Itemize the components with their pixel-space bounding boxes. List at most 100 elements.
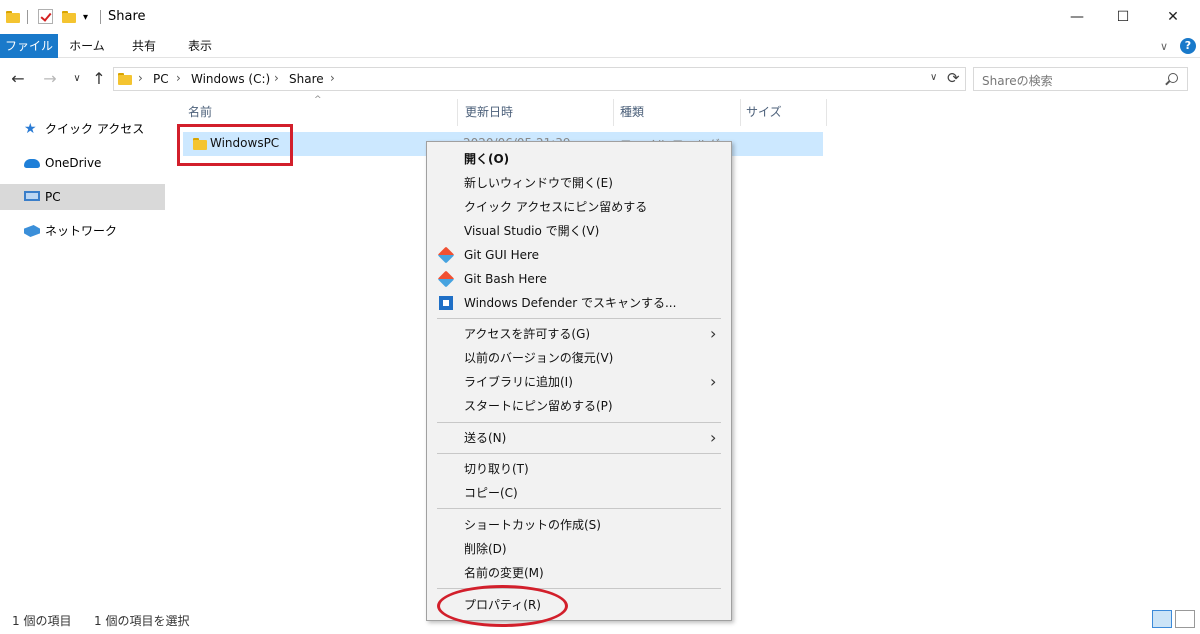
menu-item-defender-scan[interactable]: Windows Defender でスキャンする... bbox=[428, 291, 730, 315]
nav-item-label: クイック アクセス bbox=[45, 122, 145, 136]
menu-item-label: 削除(D) bbox=[464, 542, 507, 556]
forward-button[interactable]: → bbox=[40, 68, 60, 90]
divider bbox=[100, 10, 101, 24]
column-header-date[interactable]: 更新日時 bbox=[465, 103, 513, 120]
column-divider[interactable] bbox=[826, 99, 827, 126]
expand-ribbon-icon[interactable]: ∨ bbox=[1160, 40, 1168, 53]
close-button[interactable]: ✕ bbox=[1150, 0, 1196, 34]
large-icons-view-button[interactable] bbox=[1175, 610, 1195, 628]
menu-item-label: アクセスを許可する(G) bbox=[464, 327, 591, 341]
star-icon: ★ bbox=[24, 121, 37, 137]
nav-item-onedrive[interactable]: OneDrive bbox=[0, 150, 165, 176]
tab-view[interactable]: 表示 bbox=[176, 34, 224, 58]
menu-item-label: Git Bash Here bbox=[464, 272, 547, 286]
status-selected-count: 1 個の項目を選択 bbox=[94, 614, 190, 628]
column-divider[interactable] bbox=[740, 99, 741, 126]
window-title: Share bbox=[108, 9, 146, 24]
minimize-button[interactable]: — bbox=[1054, 0, 1100, 34]
menu-item-open-new-window[interactable]: 新しいウィンドウで開く(E) bbox=[428, 171, 730, 195]
menu-item-cut[interactable]: 切り取り(T) bbox=[428, 457, 730, 481]
menu-item-rename[interactable]: 名前の変更(M) bbox=[428, 561, 730, 585]
menu-item-open[interactable]: 開く(O) bbox=[428, 147, 730, 171]
menu-item-label: コピー(C) bbox=[464, 486, 518, 500]
menu-item-git-gui[interactable]: Git GUI Here bbox=[428, 243, 730, 267]
menu-item-label: Windows Defender でスキャンする... bbox=[464, 296, 677, 310]
search-icon[interactable] bbox=[1168, 73, 1178, 83]
menu-item-label: 送る(N) bbox=[464, 431, 507, 445]
menu-separator bbox=[437, 318, 721, 319]
column-divider[interactable] bbox=[457, 99, 458, 126]
menu-item-label: 名前の変更(M) bbox=[464, 566, 544, 580]
back-button[interactable]: ← bbox=[8, 68, 28, 90]
menu-item-label: スタートにピン留めする(P) bbox=[464, 399, 613, 413]
menu-separator bbox=[437, 422, 721, 423]
menu-separator bbox=[437, 453, 721, 454]
menu-item-label: 切り取り(T) bbox=[464, 462, 529, 476]
menu-item-label: ライブラリに追加(I) bbox=[464, 375, 573, 389]
chevron-right-icon: › bbox=[710, 372, 717, 391]
menu-item-send-to[interactable]: 送る(N) › bbox=[428, 426, 730, 450]
nav-item-label: ネットワーク bbox=[45, 224, 118, 238]
network-icon bbox=[24, 225, 40, 237]
tab-file[interactable]: ファイル bbox=[0, 34, 58, 58]
column-header-type[interactable]: 種類 bbox=[620, 103, 644, 120]
breadcrumb-separator: › bbox=[138, 71, 143, 85]
new-folder-icon[interactable] bbox=[62, 9, 76, 25]
nav-item-label: OneDrive bbox=[45, 156, 102, 170]
menu-item-pin-quick-access[interactable]: クイック アクセスにピン留めする bbox=[428, 195, 730, 219]
nav-item-label: PC bbox=[45, 190, 61, 204]
breadcrumb-separator: › bbox=[330, 71, 335, 85]
menu-item-label: Visual Studio で開く(V) bbox=[464, 224, 600, 238]
chevron-right-icon: › bbox=[710, 428, 717, 447]
git-icon bbox=[437, 270, 455, 288]
column-header-size[interactable]: サイズ bbox=[746, 103, 782, 120]
column-divider[interactable] bbox=[613, 99, 614, 126]
tab-home[interactable]: ホーム bbox=[62, 34, 112, 58]
title-bar: ▾ Share — ☐ ✕ bbox=[0, 0, 1200, 34]
menu-item-open-visual-studio[interactable]: Visual Studio で開く(V) bbox=[428, 219, 730, 243]
breadcrumb-share[interactable]: Share bbox=[289, 72, 324, 86]
menu-item-copy[interactable]: コピー(C) bbox=[428, 481, 730, 505]
search-input[interactable]: Shareの検索 bbox=[973, 67, 1188, 91]
up-button[interactable]: ↑ bbox=[90, 68, 108, 90]
address-bar[interactable]: › PC › Windows (C:) › Share › ∨ ⟳ bbox=[113, 67, 966, 91]
address-dropdown-button[interactable]: ∨ bbox=[930, 72, 937, 83]
sort-indicator: ^ bbox=[314, 95, 322, 105]
nav-item-pc[interactable]: PC bbox=[0, 184, 165, 210]
maximize-button[interactable]: ☐ bbox=[1100, 0, 1146, 34]
status-item-count: 1 個の項目 bbox=[12, 614, 72, 628]
menu-item-label: 以前のバージョンの復元(V) bbox=[464, 351, 614, 365]
menu-item-label: ショートカットの作成(S) bbox=[464, 518, 601, 532]
pc-icon bbox=[24, 191, 40, 201]
menu-separator bbox=[437, 508, 721, 509]
divider bbox=[27, 10, 28, 24]
breadcrumb-separator: › bbox=[274, 71, 279, 85]
menu-item-label: 開く(O) bbox=[464, 152, 510, 166]
menu-item-delete[interactable]: 削除(D) bbox=[428, 537, 730, 561]
tab-share[interactable]: 共有 bbox=[120, 34, 168, 58]
nav-item-network[interactable]: ネットワーク bbox=[0, 218, 165, 244]
details-view-button[interactable] bbox=[1152, 610, 1172, 628]
highlight-ellipse bbox=[437, 585, 568, 627]
refresh-button[interactable]: ⟳ bbox=[947, 69, 960, 87]
menu-item-git-bash[interactable]: Git Bash Here bbox=[428, 267, 730, 291]
menu-item-pin-start[interactable]: スタートにピン留めする(P) bbox=[428, 394, 730, 418]
ribbon-tabs: ファイル ホーム 共有 表示 bbox=[0, 34, 1200, 58]
column-header-name[interactable]: 名前 bbox=[188, 103, 212, 120]
menu-item-create-shortcut[interactable]: ショートカットの作成(S) bbox=[428, 513, 730, 537]
recent-locations-button[interactable]: ∨ bbox=[70, 68, 84, 90]
context-menu: 開く(O) 新しいウィンドウで開く(E) クイック アクセスにピン留めする Vi… bbox=[426, 141, 732, 621]
shield-icon bbox=[439, 296, 453, 310]
customize-toolbar-icon[interactable]: ▾ bbox=[83, 9, 88, 25]
menu-item-label: 新しいウィンドウで開く(E) bbox=[464, 176, 613, 190]
menu-item-add-to-library[interactable]: ライブラリに追加(I) › bbox=[428, 370, 730, 394]
menu-item-restore-versions[interactable]: 以前のバージョンの復元(V) bbox=[428, 346, 730, 370]
help-icon[interactable]: ? bbox=[1180, 38, 1196, 54]
nav-item-quick-access[interactable]: ★ クイック アクセス bbox=[0, 116, 165, 142]
breadcrumb-pc[interactable]: PC bbox=[153, 72, 169, 86]
properties-icon[interactable] bbox=[38, 9, 53, 24]
folder-icon bbox=[118, 73, 132, 85]
cloud-icon bbox=[24, 159, 40, 168]
menu-item-give-access[interactable]: アクセスを許可する(G) › bbox=[428, 322, 730, 346]
breadcrumb-drive[interactable]: Windows (C:) bbox=[191, 72, 270, 86]
